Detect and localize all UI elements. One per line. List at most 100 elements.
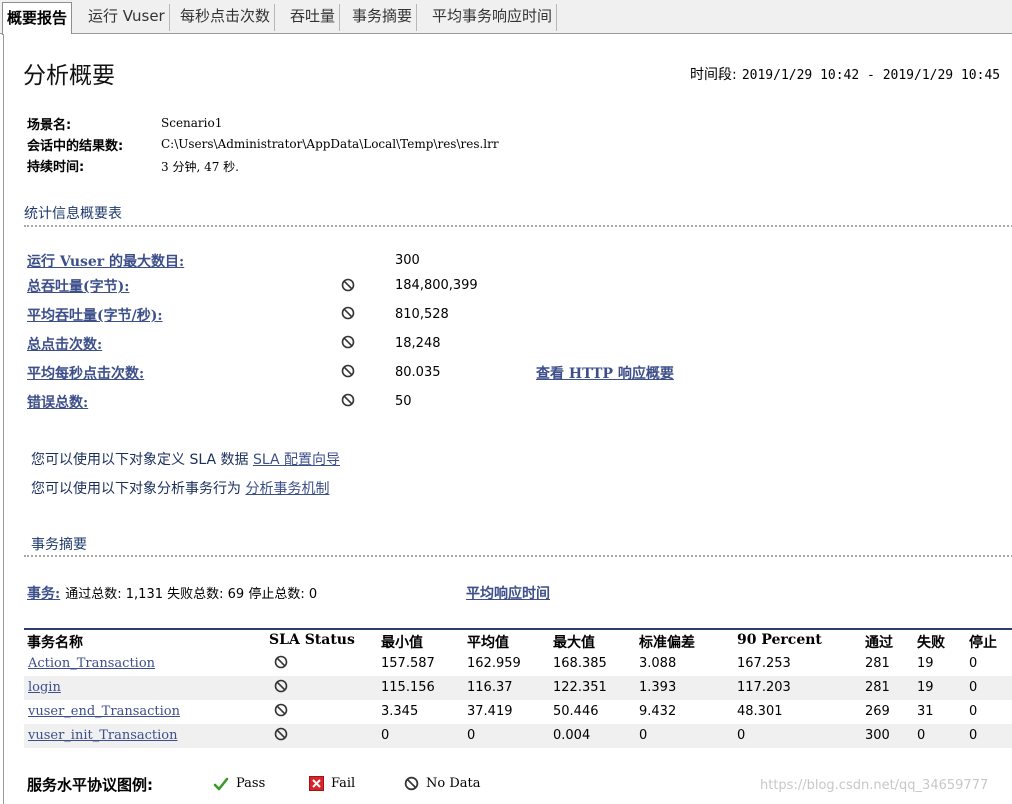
stats-divider (24, 225, 1012, 227)
cell-fail: 31 (917, 704, 934, 719)
cell-max: 122.351 (553, 680, 607, 695)
stats-value-avg-hits-per-second: 80.035 (395, 365, 441, 380)
col-min: 最小值 (381, 635, 423, 651)
cell-fail: 0 (917, 728, 926, 743)
cell-avg: 0 (467, 728, 476, 743)
page-title: 分析概要 (23, 63, 115, 89)
cell-std-dev: 0 (639, 728, 648, 743)
analyze-hint: 您可以使用以下对象分析事务行为 分析事务机制 (31, 478, 329, 498)
cell-90-percent: 117.203 (737, 680, 791, 695)
cell-fail: 19 (917, 680, 934, 695)
transaction-name-link[interactable]: vuser_end_Transaction (28, 704, 180, 719)
stats-value-total-errors: 50 (395, 394, 412, 409)
col-fail: 失败 (917, 635, 945, 651)
sla-legend-label: 服务水平协议图例: (27, 776, 153, 794)
no-data-icon (341, 364, 355, 378)
tab-throughput[interactable]: 吞吐量 (286, 4, 341, 31)
stats-link-avg-hits-per-second[interactable]: 平均每秒点击次数: (27, 363, 144, 383)
no-data-icon (341, 393, 355, 407)
cell-max: 0.004 (553, 728, 591, 743)
no-data-icon (341, 278, 355, 292)
tab-transaction-summary[interactable]: 事务摘要 (348, 4, 418, 31)
transactions-link[interactable]: 事务: (27, 586, 60, 602)
cell-min: 157.587 (381, 656, 435, 671)
cell-stop: 0 (969, 704, 978, 719)
cell-stop: 0 (969, 680, 978, 695)
cell-avg: 116.37 (467, 680, 513, 695)
legend-no-data: No Data (426, 776, 481, 791)
results-label: 会话中的结果数: (27, 139, 124, 154)
cell-90-percent: 167.253 (737, 656, 791, 671)
analyze-hint-text: 您可以使用以下对象分析事务行为 (31, 481, 241, 497)
analyze-transaction-link[interactable]: 分析事务机制 (245, 481, 329, 497)
col-sla-status: SLA Status (269, 632, 355, 648)
cell-pass: 281 (865, 680, 890, 695)
no-data-icon (274, 655, 288, 669)
transactions-summary: 事务: 通过总数: 1,131 失败总数: 69 停止总数: 0 (27, 583, 317, 603)
scenario-name-label: 场景名: (27, 118, 72, 133)
avg-response-time-link[interactable]: 平均响应时间 (466, 583, 550, 603)
stats-link-total-throughput[interactable]: 总吞吐量(字节): (27, 276, 129, 296)
stats-section-title: 统计信息概要表 (24, 206, 122, 222)
transactions-totals: 通过总数: 1,131 失败总数: 69 停止总数: 0 (65, 587, 318, 602)
table-row: Action_Transaction 157.587 162.959 168.3… (24, 652, 1012, 676)
stats-link-total-hits[interactable]: 总点击次数: (27, 334, 102, 354)
cell-pass: 281 (865, 656, 890, 671)
tab-avg-transaction-response-time[interactable]: 平均事务响应时间 (428, 4, 558, 31)
cell-pass: 300 (865, 728, 890, 743)
duration-value: 3 分钟, 47 秒. (161, 160, 239, 174)
stats-link-avg-throughput[interactable]: 平均吞吐量(字节/秒): (27, 305, 163, 325)
sla-hint: 您可以使用以下对象定义 SLA 数据 SLA 配置向导 (31, 449, 340, 469)
col-stop: 停止 (969, 635, 997, 651)
col-90-percent: 90 Percent (737, 632, 822, 648)
stats-link-total-errors[interactable]: 错误总数: (27, 392, 88, 412)
no-data-icon (274, 727, 288, 741)
transactions-divider (24, 555, 1012, 557)
fail-x-icon (309, 776, 324, 791)
no-data-icon (404, 776, 419, 791)
col-transaction-name: 事务名称 (27, 635, 83, 651)
transaction-name-link[interactable]: login (28, 680, 61, 695)
time-period: 时间段: 2019/1/29 10:42 - 2019/1/29 10:45 (690, 64, 1000, 84)
cell-std-dev: 9.432 (639, 704, 677, 719)
pass-check-icon (213, 777, 229, 791)
duration-label: 持续时间: (27, 160, 85, 175)
col-std-dev: 标准偏差 (639, 635, 695, 651)
cell-max: 168.385 (553, 656, 607, 671)
no-data-icon (341, 335, 355, 349)
legend-pass: Pass (236, 776, 266, 791)
results-path-value: C:\Users\Administrator\AppData\Local\Tem… (161, 137, 499, 151)
cell-max: 50.446 (553, 704, 599, 719)
table-row: vuser_init_Transaction 0 0 0.004 0 0 300… (24, 724, 1012, 748)
cell-fail: 19 (917, 656, 934, 671)
report-tab-bar: 概要报告 运行 Vuser 每秒点击次数 吞吐量 事务摘要 平均事务响应时间 (0, 0, 1012, 35)
scenario-name-value: Scenario1 (161, 116, 223, 130)
sla-wizard-link[interactable]: SLA 配置向导 (253, 452, 340, 468)
cell-90-percent: 48.301 (737, 704, 783, 719)
transaction-name-link[interactable]: vuser_init_Transaction (28, 728, 178, 743)
cell-min: 3.345 (381, 704, 419, 719)
cell-stop: 0 (969, 656, 978, 671)
stats-value-max-vusers: 300 (395, 253, 420, 268)
transaction-table-header: 事务名称 SLA Status 最小值 平均值 最大值 标准偏差 90 Perc… (24, 628, 1012, 651)
sla-hint-text: 您可以使用以下对象定义 SLA 数据 (31, 452, 249, 468)
transactions-section-title: 事务摘要 (31, 537, 87, 553)
cell-90-percent: 0 (737, 728, 746, 743)
col-pass: 通过 (865, 635, 893, 651)
col-max: 最大值 (553, 635, 595, 651)
transaction-name-link[interactable]: Action_Transaction (28, 656, 155, 671)
table-row: vuser_end_Transaction 3.345 37.419 50.44… (24, 700, 1012, 724)
view-http-responses-link[interactable]: 查看 HTTP 响应概要 (536, 363, 674, 383)
stats-value-total-throughput: 184,800,399 (395, 278, 478, 293)
tab-hits-per-second[interactable]: 每秒点击次数 (176, 4, 276, 31)
cell-min: 0 (381, 728, 390, 743)
tab-running-vusers[interactable]: 运行 Vuser (84, 4, 170, 31)
table-row: login 115.156 116.37 122.351 1.393 117.2… (24, 676, 1012, 700)
cell-avg: 162.959 (467, 656, 521, 671)
stats-value-avg-throughput: 810,528 (395, 307, 449, 322)
stats-link-max-vusers[interactable]: 运行 Vuser 的最大数目: (27, 251, 184, 271)
no-data-icon (274, 679, 288, 693)
cell-min: 115.156 (381, 680, 435, 695)
time-period-label: 时间段: (690, 67, 737, 83)
tab-summary-report[interactable]: 概要报告 (2, 2, 73, 35)
